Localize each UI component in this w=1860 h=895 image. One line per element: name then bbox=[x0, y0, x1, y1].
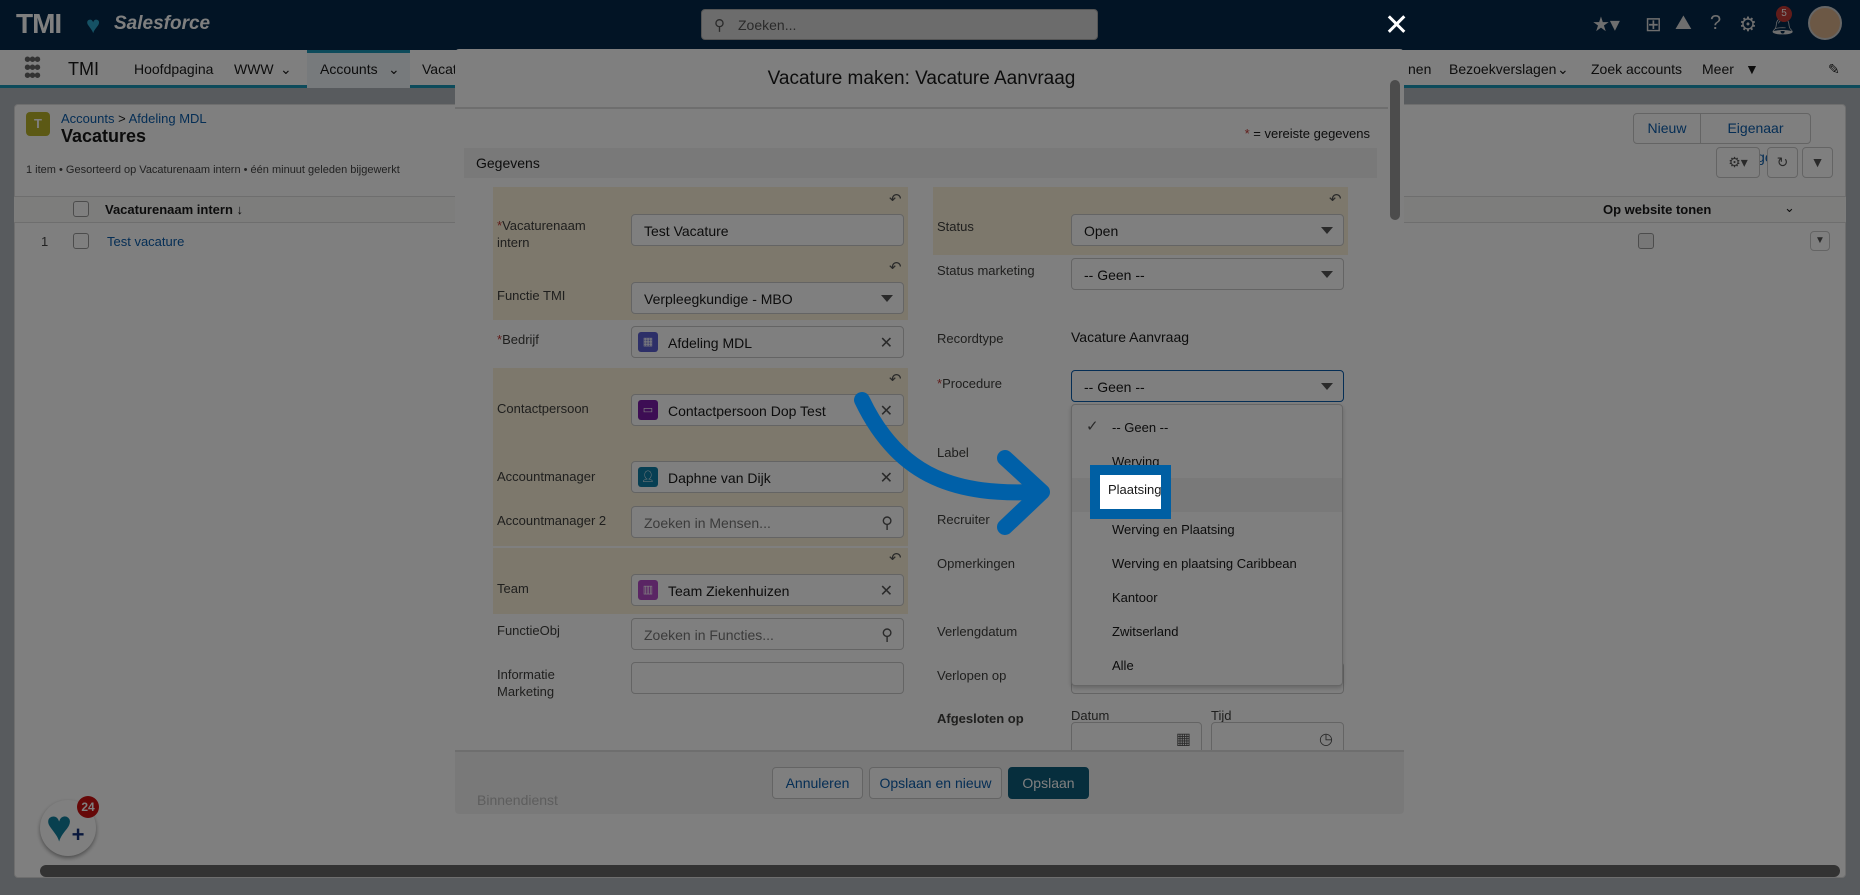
guide-arrow-curve bbox=[854, 392, 1043, 501]
guide-arrow bbox=[854, 392, 1050, 535]
close-icon[interactable]: ✕ bbox=[1384, 8, 1409, 43]
highlighted-option-plaatsing[interactable]: Plaatsing bbox=[1090, 465, 1171, 519]
